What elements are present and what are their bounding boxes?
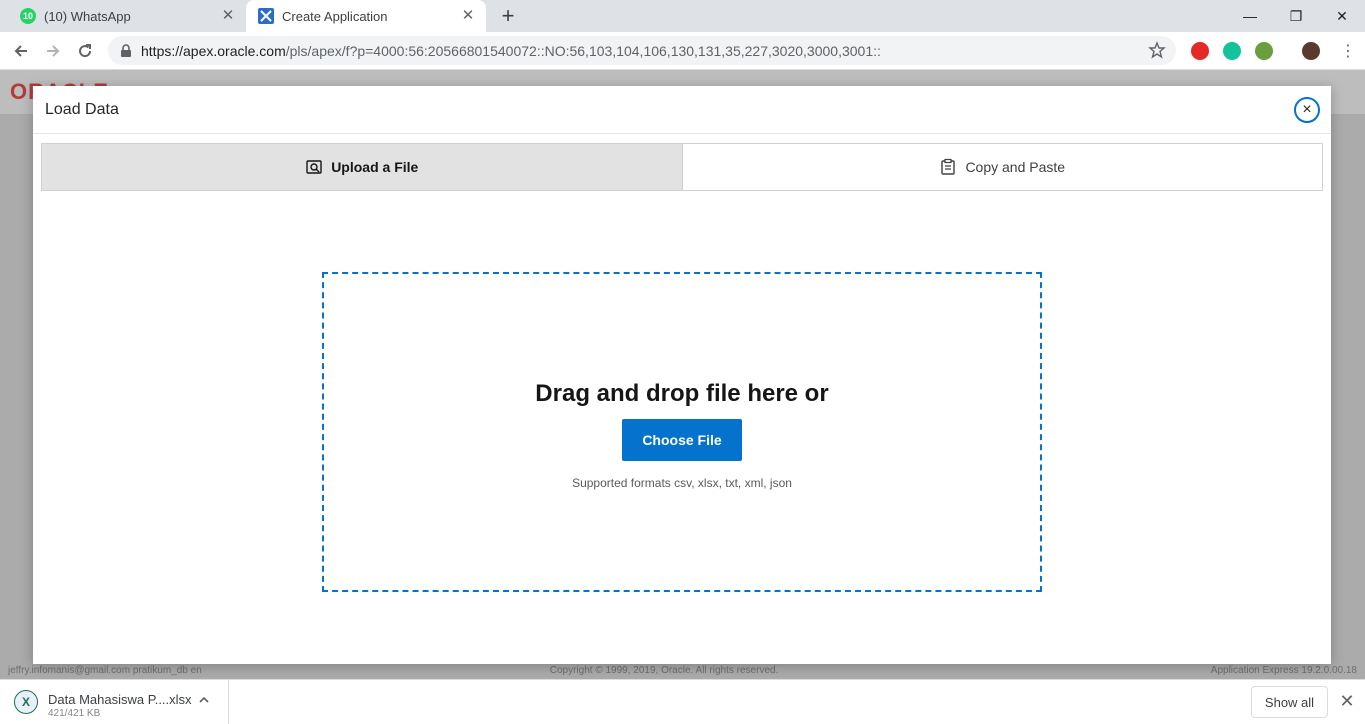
lock-icon [121, 43, 131, 57]
browser-tab-whatsapp[interactable]: 10 (10) WhatsApp ✕ [8, 0, 246, 32]
footer-version: Application Express 19.2.0.00.18 [1210, 664, 1357, 676]
menu-kebab-icon[interactable]: ⋮ [1336, 39, 1360, 63]
download-file-name: Data Mahasiswa P....xlsx [48, 692, 192, 707]
reload-icon [79, 44, 92, 58]
address-bar[interactable]: https://apex.oracle.com/pls/apex/f?p=400… [108, 36, 1176, 65]
browser-tab-create-application[interactable]: Create Application ✕ [246, 0, 486, 32]
tab-upload-a-file[interactable]: Upload a File [42, 144, 683, 190]
back-button[interactable] [9, 39, 33, 63]
forward-button[interactable] [41, 39, 65, 63]
restore-button[interactable]: ❐ [1273, 0, 1319, 32]
adblock-extension-icon[interactable] [1191, 42, 1209, 60]
footer-copyright: Copyright © 1999, 2019, Oracle. All righ… [549, 664, 779, 676]
excel-icon: X [14, 690, 38, 714]
close-tab-icon[interactable]: ✕ [220, 8, 236, 24]
reload-button[interactable] [73, 39, 97, 63]
arrow-right-icon [47, 45, 60, 57]
bookmark-star-icon[interactable] [1148, 41, 1166, 59]
window-close-button[interactable]: ✕ [1319, 0, 1365, 32]
arrow-left-icon [14, 45, 27, 57]
browser-tab-strip: 10 (10) WhatsApp ✕ Create Application ✕ … [0, 0, 1365, 32]
grammarly-extension-icon[interactable] [1223, 42, 1241, 60]
window-controls: — ❐ ✕ [1227, 0, 1365, 32]
choose-file-button[interactable]: Choose File [622, 419, 742, 461]
file-drop-zone[interactable]: Drag and drop file here or Choose File S… [322, 272, 1042, 592]
dialog-header: Load Data × [33, 86, 1331, 134]
download-item[interactable]: X Data Mahasiswa P....xlsx 421/421 KB [0, 680, 229, 724]
file-search-icon [306, 160, 322, 174]
tab-copy-and-paste[interactable]: Copy and Paste [683, 144, 1323, 190]
apex-icon [258, 8, 274, 24]
show-all-button[interactable]: Show all [1251, 686, 1328, 718]
profile-avatar[interactable] [1302, 42, 1320, 60]
tab-title: (10) WhatsApp [44, 8, 131, 24]
chevron-up-icon[interactable] [198, 694, 210, 709]
minimize-button[interactable]: — [1227, 0, 1273, 32]
dialog-close-button[interactable]: × [1294, 97, 1320, 123]
drop-zone-title: Drag and drop file here or [535, 380, 829, 407]
footer-user-info: jeffry.infomanis@gmail.com pratikum_db e… [8, 664, 202, 676]
whatsapp-icon: 10 [20, 8, 36, 24]
clipboard-icon [941, 158, 956, 175]
close-icon: × [1302, 101, 1312, 118]
supported-formats-text: Supported formats csv, xlsx, txt, xml, j… [572, 476, 792, 490]
close-tab-icon[interactable]: ✕ [460, 8, 476, 24]
tab-label: Upload a File [331, 159, 419, 175]
close-downloads-icon[interactable]: ✕ [1337, 691, 1357, 711]
load-data-dialog: Load Data × Upload a File Copy and Paste… [33, 86, 1331, 664]
browser-toolbar: https://apex.oracle.com/pls/apex/f?p=400… [0, 32, 1365, 70]
new-tab-button[interactable]: + [497, 5, 519, 27]
tab-title: Create Application [282, 8, 388, 24]
download-shelf: X Data Mahasiswa P....xlsx 421/421 KB Sh… [0, 679, 1365, 724]
tab-label: Copy and Paste [965, 159, 1066, 175]
load-method-tabs: Upload a File Copy and Paste [41, 143, 1323, 191]
extension-icon[interactable] [1255, 42, 1273, 60]
download-file-size: 421/421 KB [48, 708, 101, 719]
url-text: https://apex.oracle.com/pls/apex/f?p=400… [141, 42, 881, 59]
dialog-title: Load Data [45, 101, 119, 118]
